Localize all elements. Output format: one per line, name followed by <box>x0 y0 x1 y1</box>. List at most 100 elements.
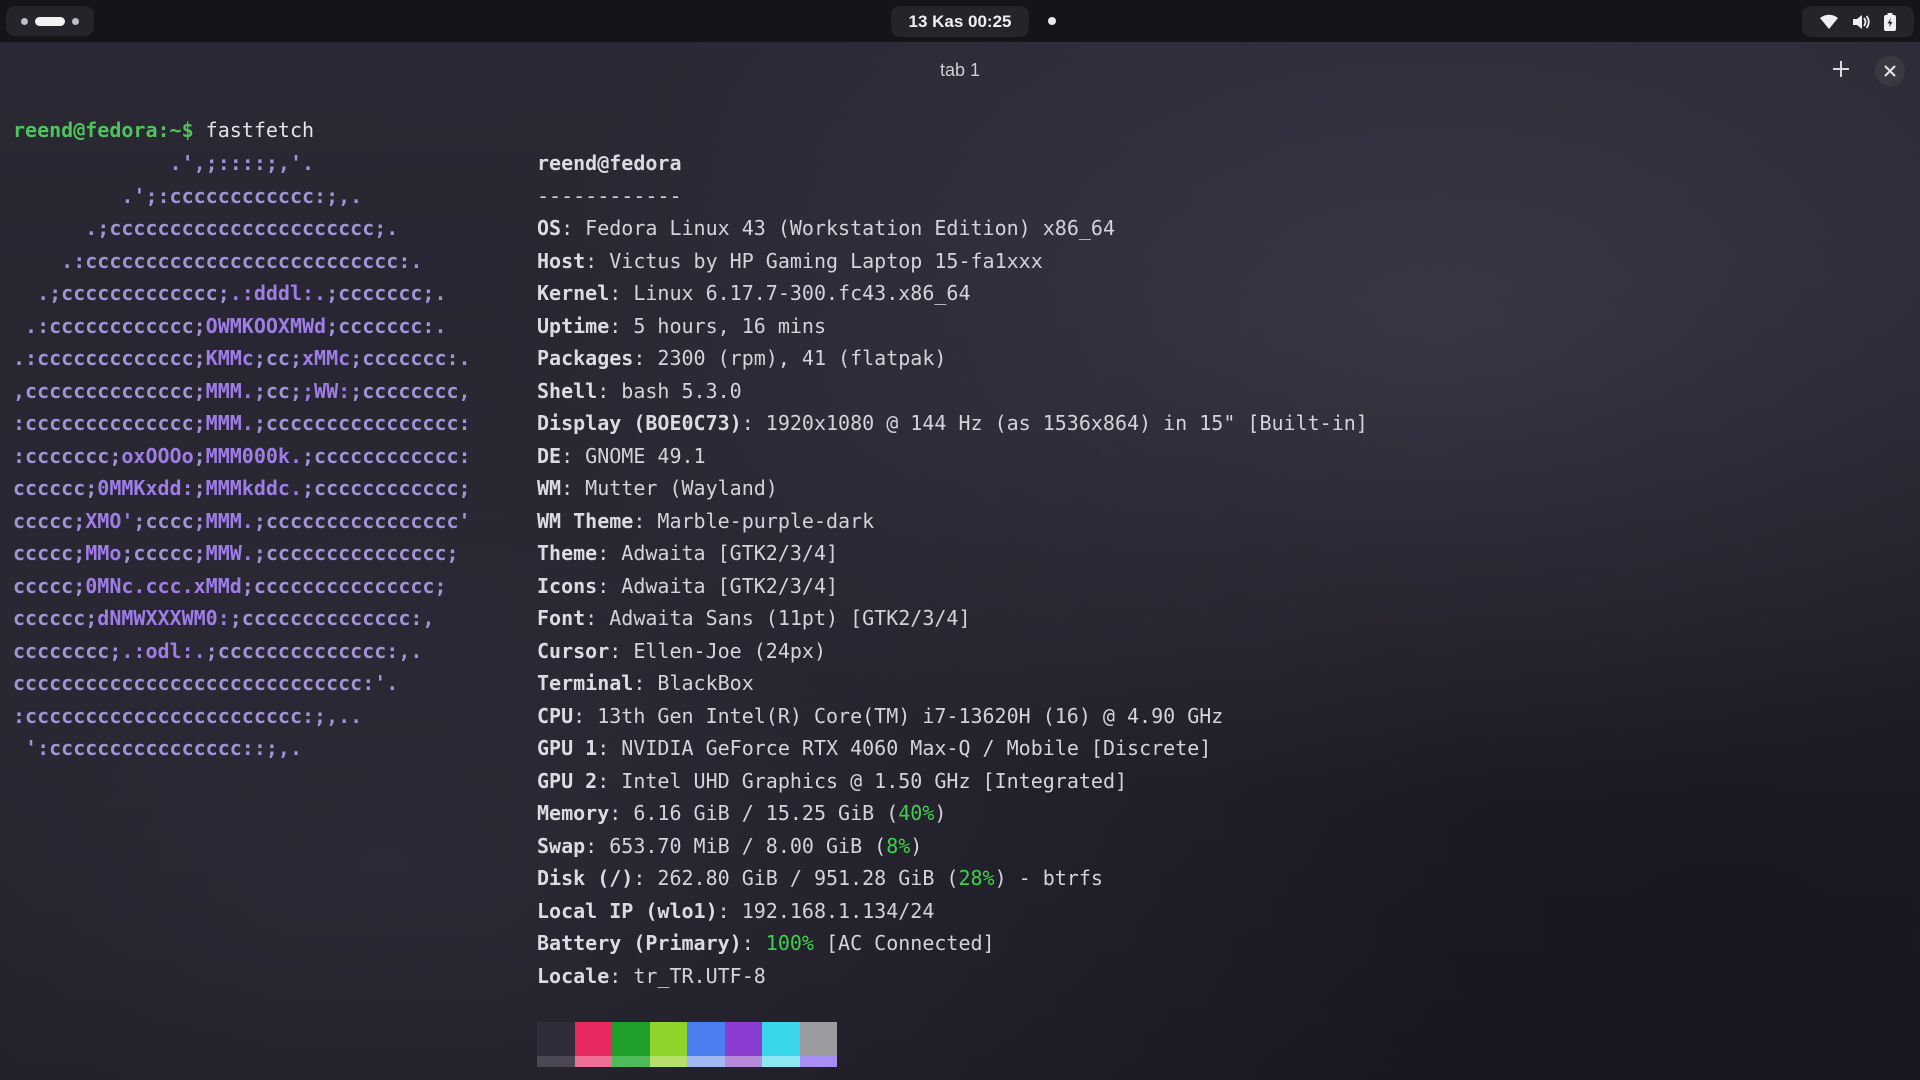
info-key: Cursor <box>537 638 610 663</box>
info-value: : <box>741 931 766 955</box>
info-line: Packages: 2300 (rpm), 41 (flatpak) <box>537 342 1368 375</box>
info-line: Disk (/): 262.80 GiB / 951.28 GiB (28%) … <box>537 862 1368 895</box>
logo-segment: :ccccccccccccccccccccccc:;,.. <box>13 703 363 728</box>
info-value: [AC Connected] <box>813 931 995 955</box>
logo-segment: ;cc; <box>253 346 302 370</box>
info-value: : 2300 (rpm), 41 (flatpak) <box>633 346 947 370</box>
logo-segment: ;cccccccccccc; <box>302 476 471 500</box>
info-line: WM: Mutter (Wayland) <box>537 472 1368 505</box>
logo-line: .;ccccccccccccc;.:dddl:.;ccccccc;. <box>13 277 471 310</box>
logo-segment: .:cccccccccccc; <box>13 313 206 338</box>
logo-segment: ;cccccccccccccccc' <box>253 508 471 533</box>
logo-line: .',;::::;,'. <box>13 147 471 180</box>
logo-segment: :ccccccc; <box>13 443 122 468</box>
color-swatch-bright <box>724 1056 762 1067</box>
info-key: CPU <box>537 703 574 728</box>
logo-line: .:ccccccccccccc;KMMc;cc;xMMc;ccccccc:. <box>13 342 471 375</box>
logo-line: ccccc;0MNc.ccc.xMMd;ccccccccccccccc; <box>13 570 471 603</box>
tab-title[interactable]: tab 1 <box>860 60 1060 81</box>
info-value: ) <box>934 801 947 825</box>
logo-segment: 0MNc.ccc.xMMd <box>85 573 242 598</box>
color-swatch <box>687 1022 725 1067</box>
color-swatch <box>537 1022 575 1067</box>
info-key: Icons <box>537 573 598 598</box>
info-key: Theme <box>537 541 598 565</box>
logo-segment: ;ccccccccccccccc; <box>241 573 447 598</box>
info-value: : 6.16 GiB / 15.25 GiB ( <box>609 801 899 825</box>
info-value: : 192.168.1.134/24 <box>717 898 935 923</box>
color-swatch-bright <box>574 1056 612 1067</box>
info-value: : tr_TR.UTF-8 <box>609 963 766 988</box>
info-value: ) <box>910 833 923 858</box>
info-key: reend@fedora <box>537 151 682 175</box>
logo-segment: ;ccccc; <box>121 541 206 565</box>
info-value: : 5 hours, 16 mins <box>609 313 826 338</box>
logo-segment: ;cccccccc, <box>350 378 471 403</box>
logo-segment: ;cccccccccccccc:, <box>229 606 435 630</box>
info-line: OS: Fedora Linux 43 (Workstation Edition… <box>537 212 1368 245</box>
logo-segment: ccccccccccccccccccccccccccccc:'. <box>13 671 399 695</box>
terminal-header-bar: tab 1 <box>0 42 1920 100</box>
color-swatch <box>612 1022 650 1067</box>
info-line: Terminal: BlackBox <box>537 667 1368 700</box>
info-value: : 262.80 GiB / 951.28 GiB ( <box>633 866 959 890</box>
color-swatch-bright <box>612 1056 650 1067</box>
info-line: Locale: tr_TR.UTF-8 <box>537 960 1368 993</box>
info-key: Terminal <box>537 671 634 695</box>
workspace-indicator <box>72 17 79 25</box>
logo-segment: ;ccccccc:. <box>326 313 447 338</box>
info-value: : 13th Gen Intel(R) Core(TM) i7-13620H (… <box>573 703 1224 728</box>
active-workspace-indicator <box>35 16 65 26</box>
logo-line: .:cccccccccccccccccccccccccc:. <box>13 245 471 278</box>
info-key: Battery (Primary) <box>537 931 742 955</box>
info-line: Swap: 653.70 MiB / 8.00 GiB (8%) <box>537 830 1368 863</box>
info-line: WM Theme: Marble-purple-dark <box>537 505 1368 538</box>
terminal-output[interactable]: reend@fedora:~$ fastfetch .',;::::;,'. .… <box>0 100 1920 1080</box>
info-value: : BlackBox <box>633 671 754 695</box>
wifi-icon <box>1819 14 1839 30</box>
logo-line: cccccccc;.:odl:.;cccccccccccccc:,. <box>13 635 471 668</box>
workspace-indicator <box>21 17 28 25</box>
info-line: Cursor: Ellen-Joe (24px) <box>537 635 1368 668</box>
logo-segment: ':cccccccccccccccc::;,. <box>13 736 302 760</box>
system-tray[interactable] <box>1802 6 1914 37</box>
info-value: : Linux 6.17.7-300.fc43.x86_64 <box>609 281 971 305</box>
close-window-button[interactable] <box>1875 56 1905 86</box>
info-key: WM Theme <box>537 508 634 533</box>
logo-segment: .;cccccccccccccccccccccc;. <box>13 216 399 240</box>
info-percent: 8% <box>886 833 911 858</box>
info-line: Font: Adwaita Sans (11pt) [GTK2/3/4] <box>537 602 1368 635</box>
logo-line: cccccc;dNMWXXXWM0:;cccccccccccccc:, <box>13 602 471 635</box>
info-key: Memory <box>537 801 610 825</box>
new-tab-button[interactable] <box>1826 56 1856 86</box>
info-line: DE: GNOME 49.1 <box>537 440 1368 473</box>
logo-segment: cccccc; <box>13 476 98 500</box>
logo-segment: MMM. <box>205 411 254 435</box>
color-swatch-bright <box>649 1056 687 1067</box>
logo-segment: ccccc; <box>13 573 86 598</box>
info-key: Local IP (wlo1) <box>537 898 718 923</box>
logo-segment: ; <box>193 476 206 500</box>
info-line: Host: Victus by HP Gaming Laptop 15-fa1x… <box>537 245 1368 278</box>
logo-segment: ;cccc; <box>133 508 206 533</box>
logo-segment: ;cc; <box>253 378 302 403</box>
info-key: Disk (/) <box>537 866 634 890</box>
info-percent: 28% <box>958 866 995 890</box>
info-value: : Mutter (Wayland) <box>561 476 778 500</box>
info-line: Local IP (wlo1): 192.168.1.134/24 <box>537 895 1368 928</box>
logo-line: ':cccccccccccccccc::;,. <box>13 732 471 765</box>
info-key: Font <box>537 606 586 630</box>
info-key: Swap <box>537 833 586 858</box>
color-swatch <box>574 1022 612 1067</box>
clock-button[interactable]: 13 Kas 00:25 <box>891 6 1029 37</box>
logo-segment: :cccccccccccccc; <box>13 411 206 435</box>
info-line: Uptime: 5 hours, 16 mins <box>537 310 1368 343</box>
logo-segment: KMMc <box>205 346 254 370</box>
info-key: DE <box>537 443 562 468</box>
info-line: Shell: bash 5.3.0 <box>537 375 1368 408</box>
logo-segment: ccccc; <box>13 541 86 565</box>
activities-button[interactable] <box>6 6 94 36</box>
logo-segment: .:dddl:. <box>229 281 327 305</box>
logo-segment: ,cccccccccccccc; <box>13 378 206 403</box>
info-line: Display (BOE0C73): 1920x1080 @ 144 Hz (a… <box>537 407 1368 440</box>
